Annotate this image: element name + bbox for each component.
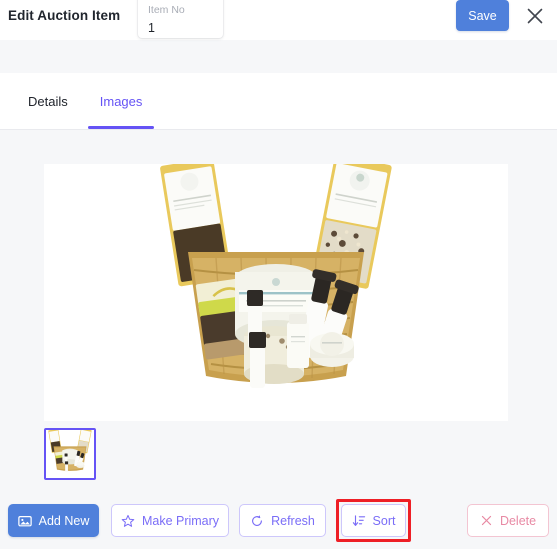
- tab-images-label: Images: [99, 93, 143, 109]
- item-no-field[interactable]: Item No: [138, 0, 223, 38]
- sort-descending-icon: [352, 514, 366, 528]
- make-primary-label: Make Primary: [141, 513, 220, 528]
- delete-label: Delete: [499, 513, 537, 528]
- image-icon: [17, 514, 32, 528]
- make-primary-button[interactable]: Make Primary: [111, 504, 229, 537]
- main-image-viewer[interactable]: [44, 164, 508, 421]
- tab-images[interactable]: Images: [84, 73, 159, 129]
- edit-auction-item-dialog: Edit Auction Item Item No Save Details I…: [0, 0, 557, 549]
- close-icon: [480, 514, 493, 527]
- main-image: [146, 164, 406, 421]
- thumbnail-item[interactable]: [44, 428, 96, 480]
- item-no-input[interactable]: [148, 19, 213, 37]
- action-bar: Add New Make Primary Refresh Sort Delete: [0, 496, 557, 549]
- refresh-button[interactable]: Refresh: [239, 504, 326, 537]
- tab-bar: Details Images: [0, 73, 557, 130]
- sort-button[interactable]: Sort: [341, 504, 406, 537]
- save-button[interactable]: Save: [456, 0, 509, 31]
- add-new-label: Add New: [38, 513, 90, 528]
- tab-details-label: Details: [28, 93, 68, 109]
- close-icon: [526, 7, 544, 25]
- dialog-header: Edit Auction Item Item No Save: [0, 0, 557, 40]
- close-button[interactable]: [521, 2, 549, 30]
- thumbnail-image: [46, 430, 94, 478]
- page-title: Edit Auction Item: [8, 8, 121, 23]
- tab-active-indicator: [87, 126, 155, 129]
- sort-label: Sort: [372, 513, 396, 528]
- tab-details[interactable]: Details: [12, 73, 84, 129]
- add-new-button[interactable]: Add New: [8, 504, 99, 537]
- refresh-icon: [250, 514, 264, 528]
- item-no-label: Item No: [148, 4, 185, 16]
- thumbnail-strip: [44, 428, 508, 480]
- refresh-label: Refresh: [271, 513, 315, 528]
- delete-button[interactable]: Delete: [467, 504, 549, 537]
- star-icon: [121, 514, 135, 528]
